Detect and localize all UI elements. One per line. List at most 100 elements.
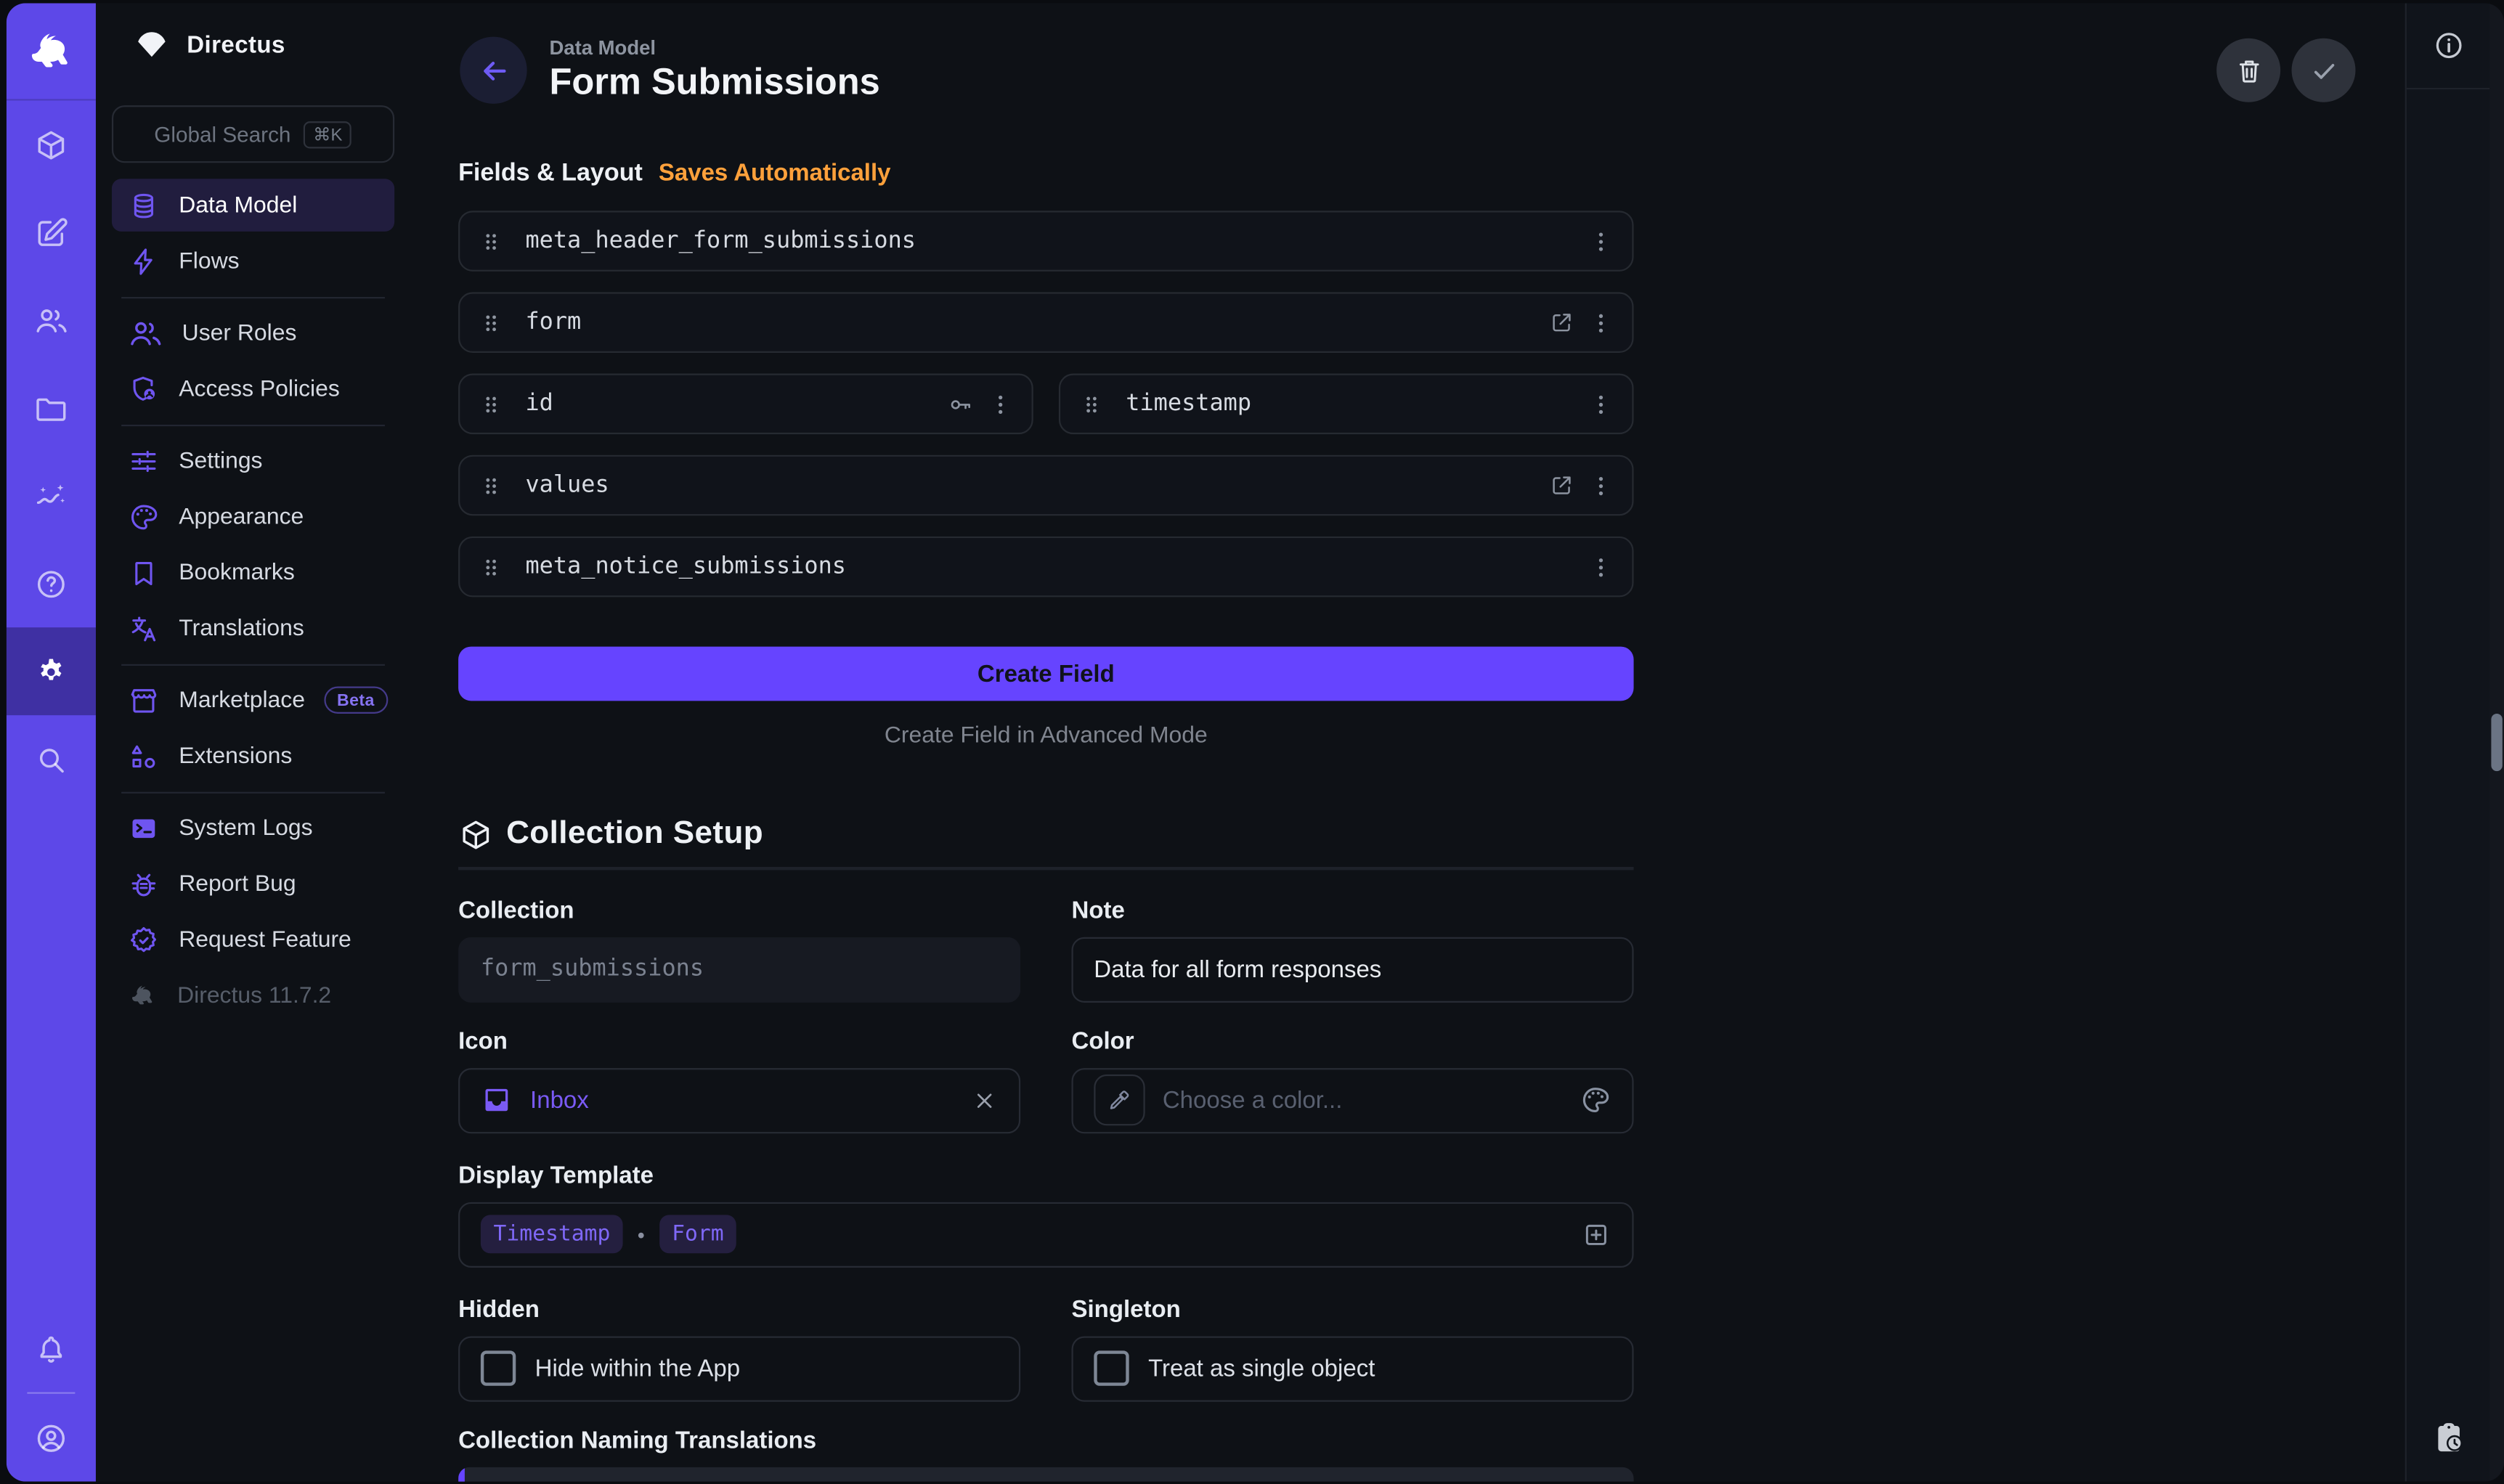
module-users[interactable] (7, 276, 96, 364)
bug-icon (128, 868, 160, 900)
hidden-field: Hide within the App (458, 1335, 1020, 1401)
sidebar-nav: Data ModelFlows User RolesAccess Policies… (112, 179, 394, 1024)
collection-input[interactable] (458, 937, 1020, 1002)
sidebar-item-bookmarks[interactable]: Bookmarks (112, 546, 394, 599)
info-icon[interactable] (2431, 29, 2465, 62)
icon-input[interactable]: Inbox (458, 1067, 1020, 1133)
sidebar-item-data-model[interactable]: Data Model (112, 179, 394, 232)
create-field-advanced-link[interactable]: Create Field in Advanced Mode (458, 723, 1633, 749)
sidebar-item-access-policies[interactable]: Access Policies (112, 362, 394, 415)
save-button[interactable] (2292, 38, 2356, 102)
field-row[interactable]: meta_header_form_submissions (458, 211, 1633, 272)
display-template-label: Display Template (458, 1162, 1633, 1189)
page-header: Data Model Form Submissions (415, 3, 2405, 137)
field-grid-row: meta_header_form_submissions (458, 211, 1633, 272)
sidebar-item-appearance[interactable]: Appearance (112, 490, 394, 543)
naming-translations-block: Collection Naming Translations (458, 1427, 1633, 1482)
color-label: Color (1072, 1027, 1634, 1054)
scrollbar-thumb[interactable] (2491, 714, 2502, 771)
shield-user-icon (128, 372, 160, 404)
people-icon (128, 315, 163, 350)
scrollbar-track[interactable] (2489, 3, 2504, 1481)
module-search[interactable] (7, 715, 96, 803)
module-docs[interactable] (7, 539, 96, 627)
drag-handle-icon[interactable] (477, 472, 504, 499)
collection-label: Collection (458, 897, 1020, 924)
drag-handle-icon[interactable] (477, 553, 504, 580)
sidebar-item-flows[interactable]: Flows (112, 235, 394, 288)
sidebar-item-report-bug[interactable]: Report Bug (112, 857, 394, 910)
database-icon (128, 189, 160, 221)
icon-value-text: Inbox (530, 1086, 589, 1113)
fields-list: meta_header_form_submissionsform id timest… (458, 211, 1633, 597)
folder-icon (33, 391, 68, 425)
create-field-button[interactable]: Create Field (458, 647, 1633, 701)
sidebar-item-settings[interactable]: Settings (112, 434, 394, 487)
color-input[interactable]: Choose a color... (1072, 1067, 1634, 1133)
singleton-field: Treat as single object (1072, 1335, 1634, 1401)
more-options-icon[interactable] (1588, 309, 1614, 336)
main-area: Data Model Form Submissions Fields & Lay… (415, 3, 2405, 1481)
more-options-icon[interactable] (987, 391, 1014, 417)
clipboard-clock-icon[interactable] (2430, 1419, 2467, 1456)
more-options-icon[interactable] (1588, 391, 1614, 417)
field-row[interactable]: timestamp (1059, 374, 1634, 435)
more-options-icon[interactable] (1588, 553, 1614, 580)
form-row: Collection Note (458, 897, 1633, 1002)
sidebar-item-label: Translations (179, 616, 304, 641)
translate-icon (128, 612, 160, 644)
palette-icon (128, 500, 160, 532)
sidebar-item-system-logs[interactable]: System Logs (112, 802, 394, 855)
collection-value[interactable] (481, 956, 998, 982)
drag-handle-icon[interactable] (477, 227, 504, 254)
divider (458, 867, 1633, 869)
naming-translations-list[interactable] (458, 1467, 1633, 1482)
field-row[interactable]: values (458, 455, 1633, 516)
singleton-checkbox[interactable] (1094, 1350, 1129, 1385)
field-row[interactable]: id (458, 374, 1033, 435)
eyedropper-swatch[interactable] (1094, 1075, 1145, 1125)
template-chip[interactable]: Form (659, 1215, 737, 1253)
search-placeholder: Global Search (154, 122, 290, 146)
module-account[interactable] (7, 1394, 96, 1482)
field-name: meta_header_form_submissions (525, 228, 916, 253)
sidebar-info-section (2407, 3, 2489, 89)
note-value[interactable] (1094, 955, 1611, 982)
sidebar-item-extensions[interactable]: Extensions (112, 730, 394, 783)
inbox-icon (481, 1084, 513, 1116)
global-search-input[interactable]: Global Search ⌘K (112, 105, 394, 163)
module-settings[interactable] (7, 627, 96, 715)
note-input[interactable] (1072, 937, 1634, 1002)
arrow-left-icon (476, 54, 510, 87)
delete-collection-button[interactable] (2216, 38, 2280, 102)
module-insights[interactable] (7, 452, 96, 539)
drag-handle-icon[interactable] (477, 309, 504, 336)
module-content[interactable] (7, 101, 96, 189)
directus-logo[interactable] (7, 3, 96, 100)
field-row[interactable]: form (458, 292, 1633, 353)
module-files[interactable] (7, 364, 96, 452)
fields-layout-heading: Fields & Layout (458, 160, 643, 189)
palette-icon[interactable] (1580, 1084, 1611, 1116)
sidebar-item-user-roles[interactable]: User Roles (112, 306, 394, 359)
project-header[interactable]: Directus (112, 3, 394, 86)
clear-icon-button[interactable] (971, 1086, 998, 1113)
content: Fields & Layout Saves Automatically meta… (458, 137, 1633, 1482)
sidebar-item-directus-11-7-2: Directus 11.7.2 (112, 969, 394, 1022)
sidebar-item-translations[interactable]: Translations (112, 602, 394, 655)
drag-handle-icon[interactable] (477, 391, 504, 417)
module-notifications[interactable] (7, 1305, 96, 1393)
more-options-icon[interactable] (1588, 472, 1614, 499)
hidden-checkbox[interactable] (481, 1350, 516, 1385)
sidebar-item-marketplace[interactable]: MarketplaceBeta (112, 674, 394, 727)
sidebar-item-request-feature[interactable]: Request Feature (112, 913, 394, 966)
add-field-to-template-button[interactable] (1581, 1219, 1611, 1249)
category-icon (128, 740, 160, 772)
more-options-icon[interactable] (1588, 227, 1614, 254)
module-visual-editor[interactable] (7, 188, 96, 276)
display-template-input[interactable]: Timestamp•Form (458, 1202, 1633, 1267)
template-chip[interactable]: Timestamp (481, 1215, 623, 1253)
back-button[interactable] (460, 37, 527, 104)
drag-handle-icon[interactable] (1078, 391, 1105, 417)
field-row[interactable]: meta_notice_submissions (458, 537, 1633, 598)
